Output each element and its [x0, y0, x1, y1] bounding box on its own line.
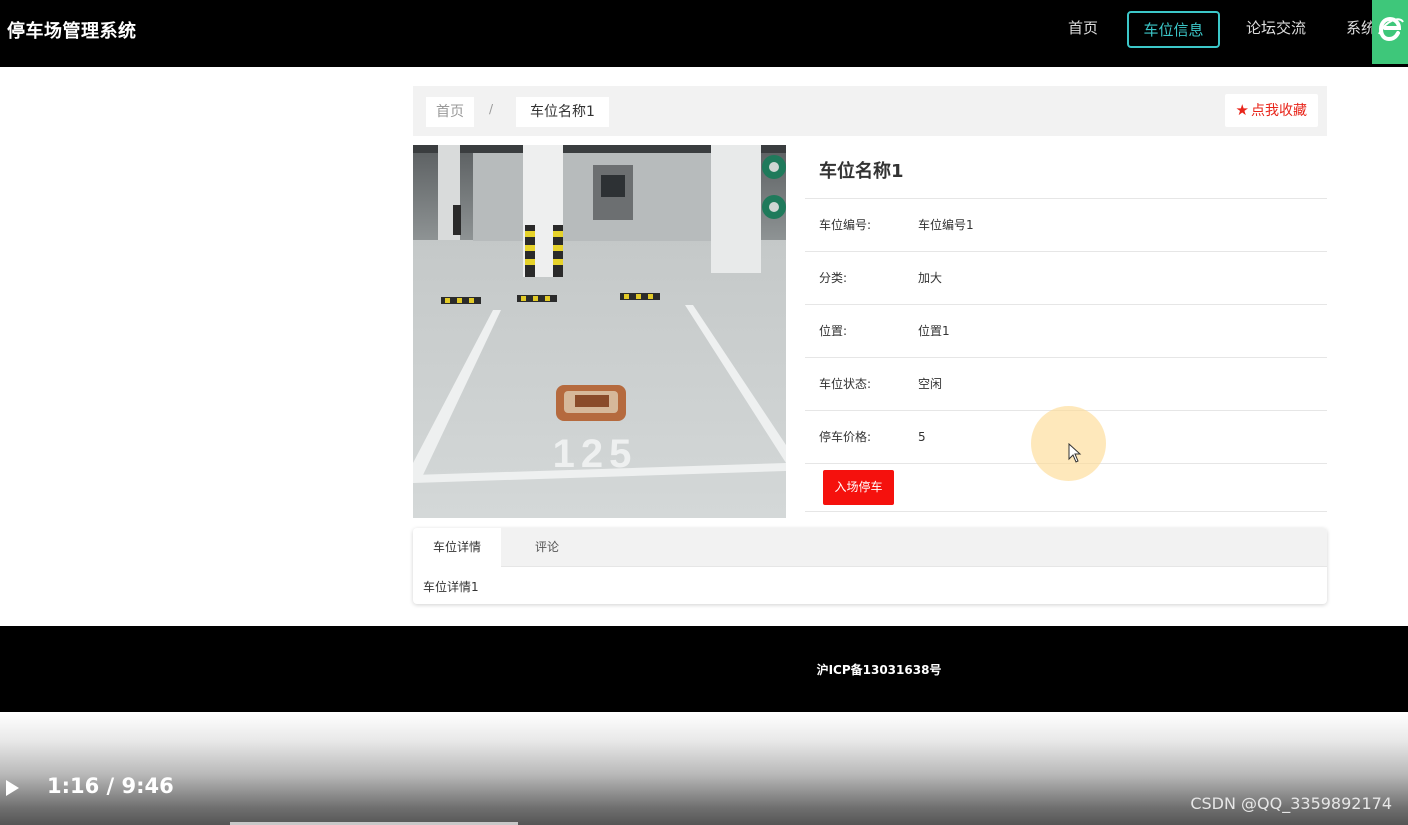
field-label: 位置:: [819, 324, 848, 338]
mouse-cursor-icon: [1068, 443, 1082, 463]
favorite-button[interactable]: ★ 点我收藏: [1224, 94, 1318, 127]
enter-parking-button[interactable]: 入场停车: [823, 470, 894, 505]
top-navbar: 停车场管理系统 首页 车位信息 论坛交流 系统: [0, 0, 1408, 67]
nav-forum[interactable]: 论坛交流: [1238, 11, 1314, 48]
site-title: 停车场管理系统: [7, 21, 137, 42]
field-status: 车位状态: 空闲: [805, 358, 1327, 411]
tab-content: 车位详情1: [423, 580, 479, 594]
parking-space-photo: 125: [413, 145, 786, 518]
detail-title: 车位名称1: [805, 145, 1327, 199]
favorite-button-label: 点我收藏: [1251, 103, 1307, 119]
video-time: 1:16 / 9:46: [47, 774, 174, 798]
field-value: 加大: [918, 271, 943, 285]
video-controls: 1:16 / 9:46 CSDN @QQ_3359892174: [0, 712, 1408, 825]
field-value: 空闲: [918, 377, 943, 391]
field-location: 位置: 位置1: [805, 305, 1327, 358]
footer: 沪ICP备13031638号: [0, 626, 1408, 712]
csdn-watermark: CSDN @QQ_3359892174: [1190, 794, 1392, 813]
field-label: 停车价格:: [819, 430, 872, 444]
breadcrumb-home[interactable]: 首页: [426, 97, 474, 127]
tab-header: 车位详情 评论: [413, 528, 1327, 567]
field-label: 车位状态:: [819, 377, 872, 391]
field-value: 车位编号1: [918, 218, 974, 232]
tab-space-details[interactable]: 车位详情: [413, 528, 501, 567]
play-icon[interactable]: [6, 780, 19, 796]
star-icon: ★: [1235, 101, 1249, 119]
icp-license[interactable]: 沪ICP备13031638号: [0, 661, 1408, 678]
painted-space-number: 125: [553, 432, 638, 476]
breadcrumb-separator: /: [489, 102, 494, 116]
field-value: 位置1: [918, 324, 950, 338]
field-label: 车位编号:: [819, 218, 872, 232]
field-value: 5: [918, 430, 926, 444]
field-label: 分类:: [819, 271, 848, 285]
tab-comments[interactable]: 评论: [517, 528, 577, 567]
page: 停车场管理系统 首页 车位信息 论坛交流 系统 首页 / 车位名称1 ★ 点我收藏: [0, 0, 1408, 825]
nav-parking-info[interactable]: 车位信息: [1127, 11, 1220, 48]
field-category: 分类: 加大: [805, 252, 1327, 305]
detail-tabs: 车位详情 评论 车位详情1: [413, 528, 1327, 604]
breadcrumb-current: 车位名称1: [516, 97, 609, 127]
breadcrumb: 首页 / 车位名称1 ★ 点我收藏: [413, 86, 1327, 136]
field-space-number: 车位编号: 车位编号1: [805, 199, 1327, 252]
browser-app-icon[interactable]: [1372, 0, 1408, 64]
nav-home[interactable]: 首页: [1060, 11, 1106, 48]
